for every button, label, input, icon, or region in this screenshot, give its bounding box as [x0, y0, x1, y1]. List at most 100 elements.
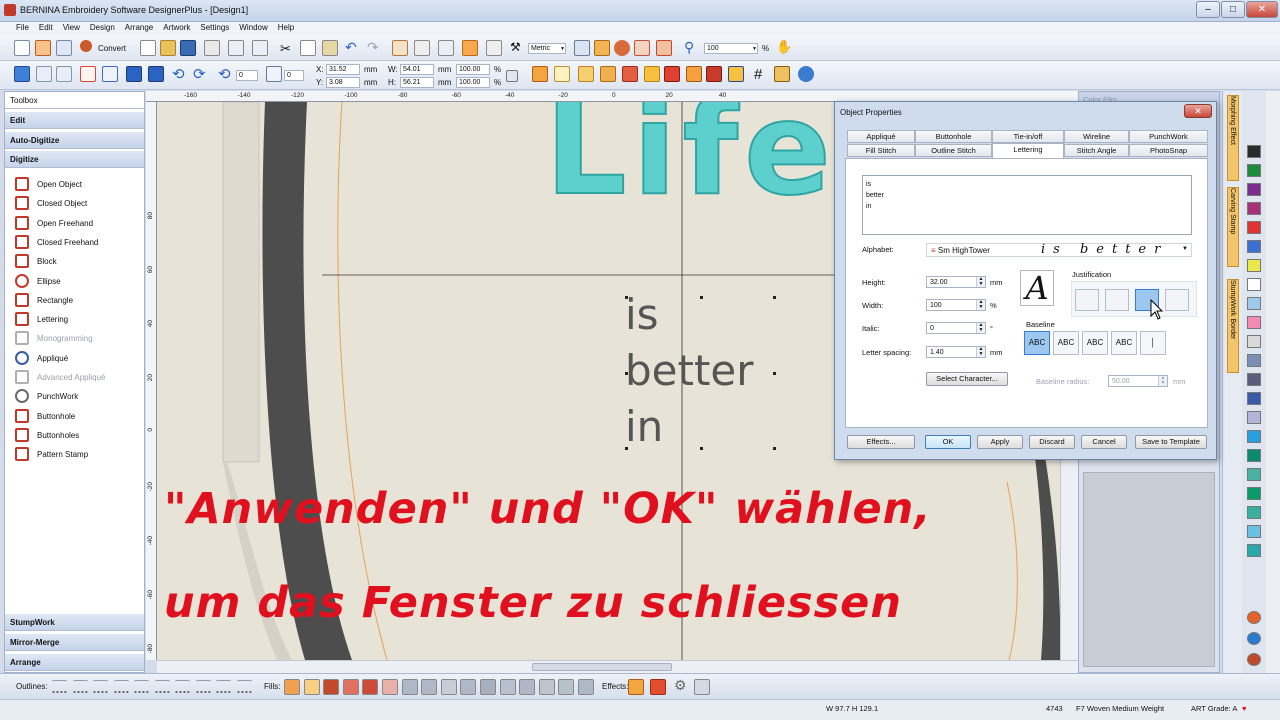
menu-settings[interactable]: Settings	[195, 22, 234, 32]
effect-5-icon[interactable]	[644, 66, 660, 82]
thread-color-icon[interactable]	[1247, 653, 1261, 666]
reshape-icon[interactable]	[36, 66, 52, 82]
color-swatch[interactable]	[1247, 430, 1261, 443]
fill-type-icon[interactable]	[303, 679, 320, 695]
color-swatch[interactable]	[1247, 392, 1261, 405]
effect-10-icon[interactable]	[774, 66, 790, 82]
horizontal-scrollbar[interactable]	[157, 660, 1078, 673]
paste-icon[interactable]	[322, 40, 338, 56]
flip-horizontal-icon[interactable]	[148, 66, 164, 82]
effect-7-icon[interactable]	[686, 66, 702, 82]
menu-file[interactable]: File	[0, 22, 34, 32]
height-spin-icon[interactable]: ▲ ▼	[976, 277, 985, 287]
color-wheel-icon[interactable]	[1247, 611, 1261, 624]
baseline-radius-input[interactable]: 50.00 ▲ ▼	[1108, 375, 1168, 387]
effect-trapunto-icon[interactable]	[628, 679, 644, 695]
effects-button[interactable]: Effects...	[847, 435, 915, 449]
outline-type-icon[interactable]	[93, 680, 108, 693]
minimize-button[interactable]: –	[1196, 1, 1220, 18]
slow-redraw-icon[interactable]	[414, 40, 430, 56]
fill-type-icon[interactable]	[284, 679, 300, 695]
hoop-icon[interactable]	[56, 40, 72, 56]
hscroll-thumb-bar[interactable]	[532, 663, 672, 671]
rotate-right-icon[interactable]: ⟳	[193, 65, 206, 83]
baseline-vertical-icon[interactable]: │	[1140, 331, 1166, 355]
tab-buttonhole[interactable]: Buttonhole	[915, 130, 992, 143]
baseline-circle-icon[interactable]: ABC	[1082, 331, 1108, 355]
width-input[interactable]: 100 ▲ ▼	[926, 299, 986, 311]
export-icon[interactable]	[252, 40, 268, 56]
lettering-line-2[interactable]: better	[625, 350, 754, 392]
effect-gear-icon[interactable]: ⚙	[674, 677, 687, 694]
menu-arrange[interactable]: Arrange	[120, 22, 158, 32]
section-auto-digitize[interactable]: Auto-Digitize	[5, 132, 144, 149]
selection-handle-tm[interactable]	[700, 296, 703, 299]
tab-stumpwork-border[interactable]: StumpWork Border	[1227, 279, 1239, 373]
color-swatch[interactable]	[1247, 278, 1261, 291]
color-swatch[interactable]	[1247, 164, 1261, 177]
radius-spin-icon[interactable]: ▲ ▼	[1158, 376, 1167, 386]
zoom-icon[interactable]: ⚲	[684, 39, 694, 56]
convert-label[interactable]: Convert	[98, 44, 126, 53]
save-to-template-button[interactable]: Save to Template	[1135, 435, 1207, 449]
height-percent-input[interactable]: 100.00	[456, 77, 490, 88]
dialog-close-button[interactable]: ✕	[1184, 104, 1212, 118]
show-stitches-icon[interactable]	[462, 40, 478, 56]
outline-type-icon[interactable]	[236, 680, 252, 693]
justify-left-icon[interactable]	[1075, 289, 1099, 311]
color-swatch[interactable]	[1247, 544, 1261, 557]
x-input[interactable]: 31.52	[326, 64, 360, 75]
tab-lettering[interactable]: Lettering	[992, 143, 1064, 158]
save-icon[interactable]	[180, 40, 196, 56]
lettering-line-3[interactable]: in	[625, 406, 663, 448]
rotate-angle-icon[interactable]: ⟲	[218, 65, 231, 83]
outline-type-icon[interactable]	[52, 680, 67, 693]
select-arrow-icon[interactable]	[14, 66, 30, 82]
user-icon[interactable]	[614, 40, 630, 56]
color-swatch[interactable]	[1247, 525, 1261, 538]
color-swatch[interactable]	[1247, 202, 1261, 215]
width-input[interactable]: 54.01	[400, 64, 434, 75]
tab-photosnap[interactable]: PhotoSnap	[1129, 144, 1208, 157]
lettering-line-1[interactable]: is	[625, 294, 659, 336]
tab-outline-stitch[interactable]: Outline Stitch	[915, 144, 992, 157]
color-swatch[interactable]	[1247, 259, 1261, 272]
color-swatch[interactable]	[1247, 297, 1261, 310]
menu-window[interactable]: Window	[234, 22, 272, 32]
color-swatch[interactable]	[1247, 335, 1261, 348]
outline-type-icon[interactable]	[175, 680, 190, 693]
fill-type-icon[interactable]	[342, 679, 359, 695]
italic-spin-icon[interactable]: ▲ ▼	[976, 323, 985, 333]
tab-carving-stamp[interactable]: Carving Stamp	[1227, 187, 1239, 267]
color-swatch[interactable]	[1247, 373, 1261, 386]
artwork-display-icon[interactable]	[594, 40, 610, 56]
color-swatch[interactable]	[1247, 449, 1261, 462]
color-swatch[interactable]	[1247, 506, 1261, 519]
effect-8-icon[interactable]	[706, 66, 722, 82]
tab-morphing-effect[interactable]: Morphing Effect	[1227, 95, 1239, 181]
outline-type-icon[interactable]	[134, 680, 149, 693]
travel-icon[interactable]	[392, 40, 408, 56]
selection-handle-tr[interactable]	[773, 296, 776, 299]
scale-icon[interactable]	[80, 66, 96, 82]
print-preview-icon[interactable]	[228, 40, 244, 56]
slant-icon[interactable]	[266, 66, 282, 82]
effect-9-icon[interactable]	[728, 66, 744, 82]
color-swatch[interactable]	[1247, 354, 1261, 367]
justify-center-icon[interactable]	[1105, 289, 1129, 311]
width-spin-icon[interactable]: ▲ ▼	[976, 300, 985, 310]
menu-view[interactable]: View	[58, 22, 85, 32]
star-icon[interactable]	[554, 66, 570, 82]
units-select[interactable]: Metric ▼	[528, 43, 566, 54]
section-stumpwork[interactable]: StumpWork	[5, 614, 144, 631]
cut-icon[interactable]: ✂	[280, 41, 291, 57]
effect-2-icon[interactable]	[578, 66, 594, 82]
effect-4-icon[interactable]	[622, 66, 638, 82]
effect-wave-icon[interactable]	[650, 679, 666, 695]
fill-type-icon[interactable]	[499, 679, 516, 695]
fill-type-icon[interactable]	[421, 679, 438, 695]
palette-scrollbar[interactable]	[1266, 91, 1280, 673]
color-swatch[interactable]	[1247, 316, 1261, 329]
apply-button[interactable]: Apply	[977, 435, 1023, 449]
height-input[interactable]: 56.21	[400, 77, 434, 88]
